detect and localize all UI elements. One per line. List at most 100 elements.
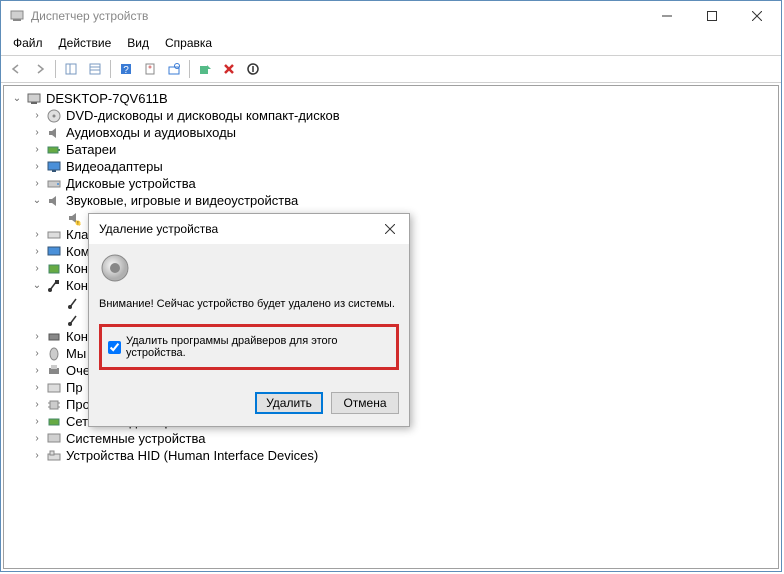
app-icon	[9, 8, 25, 24]
expander-icon[interactable]: ›	[30, 160, 44, 174]
sound-icon: !	[66, 210, 82, 226]
usb-icon	[66, 295, 82, 311]
tree-item[interactable]: › Батареи	[8, 141, 778, 158]
menu-help[interactable]: Справка	[157, 33, 220, 53]
expander-icon[interactable]: ›	[30, 381, 44, 395]
network-icon	[46, 414, 62, 430]
minimize-button[interactable]	[644, 2, 689, 30]
window-title: Диспетчер устройств	[31, 9, 644, 23]
usb-icon	[66, 312, 82, 328]
disk-icon	[46, 176, 62, 192]
mouse-icon	[46, 346, 62, 362]
delete-driver-checkbox[interactable]	[108, 341, 121, 354]
tree-label: Видеоадаптеры	[66, 159, 163, 174]
dialog-title-text: Удаление устройства	[99, 222, 218, 236]
menu-view[interactable]: Вид	[119, 33, 157, 53]
expander-icon[interactable]: ›	[30, 432, 44, 446]
expander-icon[interactable]: ›	[30, 364, 44, 378]
uninstall-dialog: Удаление устройства Внимание! Сейчас уст…	[88, 213, 410, 427]
expander-icon[interactable]: ›	[30, 126, 44, 140]
expander-icon[interactable]: ›	[30, 449, 44, 463]
uninstall-button[interactable]	[218, 58, 240, 80]
tree-label: Звуковые, игровые и видеоустройства	[66, 193, 298, 208]
back-button[interactable]	[5, 58, 27, 80]
audio-icon	[46, 125, 62, 141]
tree-item[interactable]: › Видеоадаптеры	[8, 158, 778, 175]
computer-icon	[46, 244, 62, 260]
titlebar: Диспетчер устройств	[1, 1, 781, 31]
menu-action[interactable]: Действие	[51, 33, 120, 53]
tree-item[interactable]: › Аудиовходы и аудиовыходы	[8, 124, 778, 141]
close-button[interactable]	[734, 2, 779, 30]
tree-label: Дисковые устройства	[66, 176, 196, 191]
usb-icon	[46, 278, 62, 294]
update-driver-button[interactable]	[194, 58, 216, 80]
tree-label: Ком	[66, 244, 90, 259]
tree-label: DVD-дисководы и дисководы компакт-дисков	[66, 108, 340, 123]
menubar: Файл Действие Вид Справка	[1, 31, 781, 56]
software-icon	[46, 380, 62, 396]
checkbox-label: Удалить программы драйверов для этого ус…	[126, 335, 390, 359]
expander-icon[interactable]: ›	[30, 262, 44, 276]
expander-icon[interactable]: ›	[30, 109, 44, 123]
delete-driver-checkbox-row[interactable]: Удалить программы драйверов для этого ус…	[108, 335, 390, 359]
tree-item[interactable]: › Устройства HID (Human Interface Device…	[8, 447, 778, 464]
maximize-button[interactable]	[689, 2, 734, 30]
properties2-button[interactable]	[139, 58, 161, 80]
tree-label: Системные устройства	[66, 431, 205, 446]
tree-label: Пр	[66, 380, 83, 395]
toolbar: ?	[1, 56, 781, 83]
printer-icon	[46, 363, 62, 379]
dvd-icon	[46, 108, 62, 124]
expander-icon[interactable]: ⌄	[30, 194, 44, 208]
computer-icon	[26, 91, 42, 107]
ok-button[interactable]: Удалить	[255, 392, 323, 414]
controller-icon	[46, 261, 62, 277]
forward-button[interactable]	[29, 58, 51, 80]
dialog-message: Внимание! Сейчас устройство будет удален…	[99, 298, 399, 310]
tree-label: DESKTOP-7QV611B	[46, 91, 168, 106]
expander-icon[interactable]: ›	[30, 347, 44, 361]
scan-button[interactable]	[163, 58, 185, 80]
tree-label: Кон	[66, 261, 88, 276]
expander-icon[interactable]: ⌄	[30, 279, 44, 293]
cancel-button[interactable]: Отмена	[331, 392, 399, 414]
expander-icon[interactable]: ›	[30, 245, 44, 259]
menu-file[interactable]: Файл	[5, 33, 51, 53]
tree-item[interactable]: › DVD-дисководы и дисководы компакт-диск…	[8, 107, 778, 124]
sound-icon	[46, 193, 62, 209]
tree-label: Мы	[66, 346, 86, 361]
controller-icon	[46, 329, 62, 345]
dialog-close-button[interactable]	[377, 218, 403, 240]
expander-icon[interactable]: ›	[30, 398, 44, 412]
speaker-icon	[99, 252, 131, 284]
expander-icon[interactable]: ›	[30, 143, 44, 157]
tree-item[interactable]: ⌄ Звуковые, игровые и видеоустройства	[8, 192, 778, 209]
show-hide-button[interactable]	[60, 58, 82, 80]
hid-icon	[46, 448, 62, 464]
system-icon	[46, 431, 62, 447]
svg-text:!: !	[77, 221, 78, 226]
battery-icon	[46, 142, 62, 158]
expander-icon[interactable]: ⌄	[10, 92, 24, 106]
display-icon	[46, 159, 62, 175]
help-button[interactable]: ?	[115, 58, 137, 80]
checkbox-highlight: Удалить программы драйверов для этого ус…	[99, 324, 399, 370]
expander-icon[interactable]: ›	[30, 330, 44, 344]
svg-text:?: ?	[123, 65, 129, 76]
tree-label: Кон	[66, 329, 88, 344]
keyboard-icon	[46, 227, 62, 243]
tree-root[interactable]: ⌄ DESKTOP-7QV611B	[8, 90, 778, 107]
tree-item[interactable]: › Дисковые устройства	[8, 175, 778, 192]
dialog-titlebar: Удаление устройства	[89, 214, 409, 244]
tree-label: Батареи	[66, 142, 116, 157]
expander-icon[interactable]: ›	[30, 228, 44, 242]
tree-item[interactable]: › Системные устройства	[8, 430, 778, 447]
tree-label: Кон	[66, 278, 88, 293]
properties-button[interactable]	[84, 58, 106, 80]
expander-icon[interactable]: ›	[30, 415, 44, 429]
tree-label: Кла	[66, 227, 88, 242]
disable-button[interactable]	[242, 58, 264, 80]
expander-icon[interactable]: ›	[30, 177, 44, 191]
tree-label: Устройства HID (Human Interface Devices)	[66, 448, 318, 463]
